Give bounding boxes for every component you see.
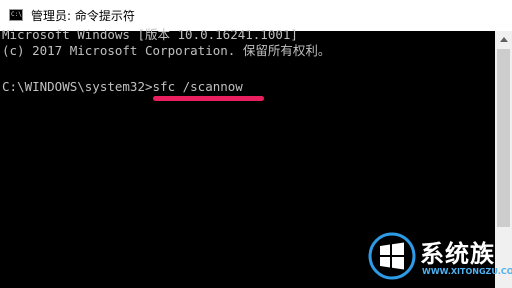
watermark-brand: 系统族 xyxy=(420,240,495,268)
cmd-console-icon: C:\ xyxy=(9,9,23,21)
site-watermark: 系统族 WWW.XITONGZU.COM xyxy=(364,228,512,288)
console-line-version: Microsoft Windows [版本 10.0.16241.1001] xyxy=(2,27,298,42)
windows-logo-icon xyxy=(368,232,416,280)
watermark-url: WWW.XITONGZU.COM xyxy=(422,267,512,276)
console-prompt: C:\WINDOWS\system32> xyxy=(2,79,153,94)
console-command-line: C:\WINDOWS\system32>sfc /scannow xyxy=(2,79,243,95)
window-title: 管理员: 命令提示符 xyxy=(31,9,135,23)
scrollbar-thumb[interactable] xyxy=(497,49,510,227)
command-highlight-underline xyxy=(153,96,264,101)
scroll-up-arrow-icon[interactable] xyxy=(495,31,512,48)
console-command: sfc /scannow xyxy=(152,79,243,94)
console-line-copyright: (c) 2017 Microsoft Corporation. 保留所有权利。 xyxy=(2,43,331,58)
